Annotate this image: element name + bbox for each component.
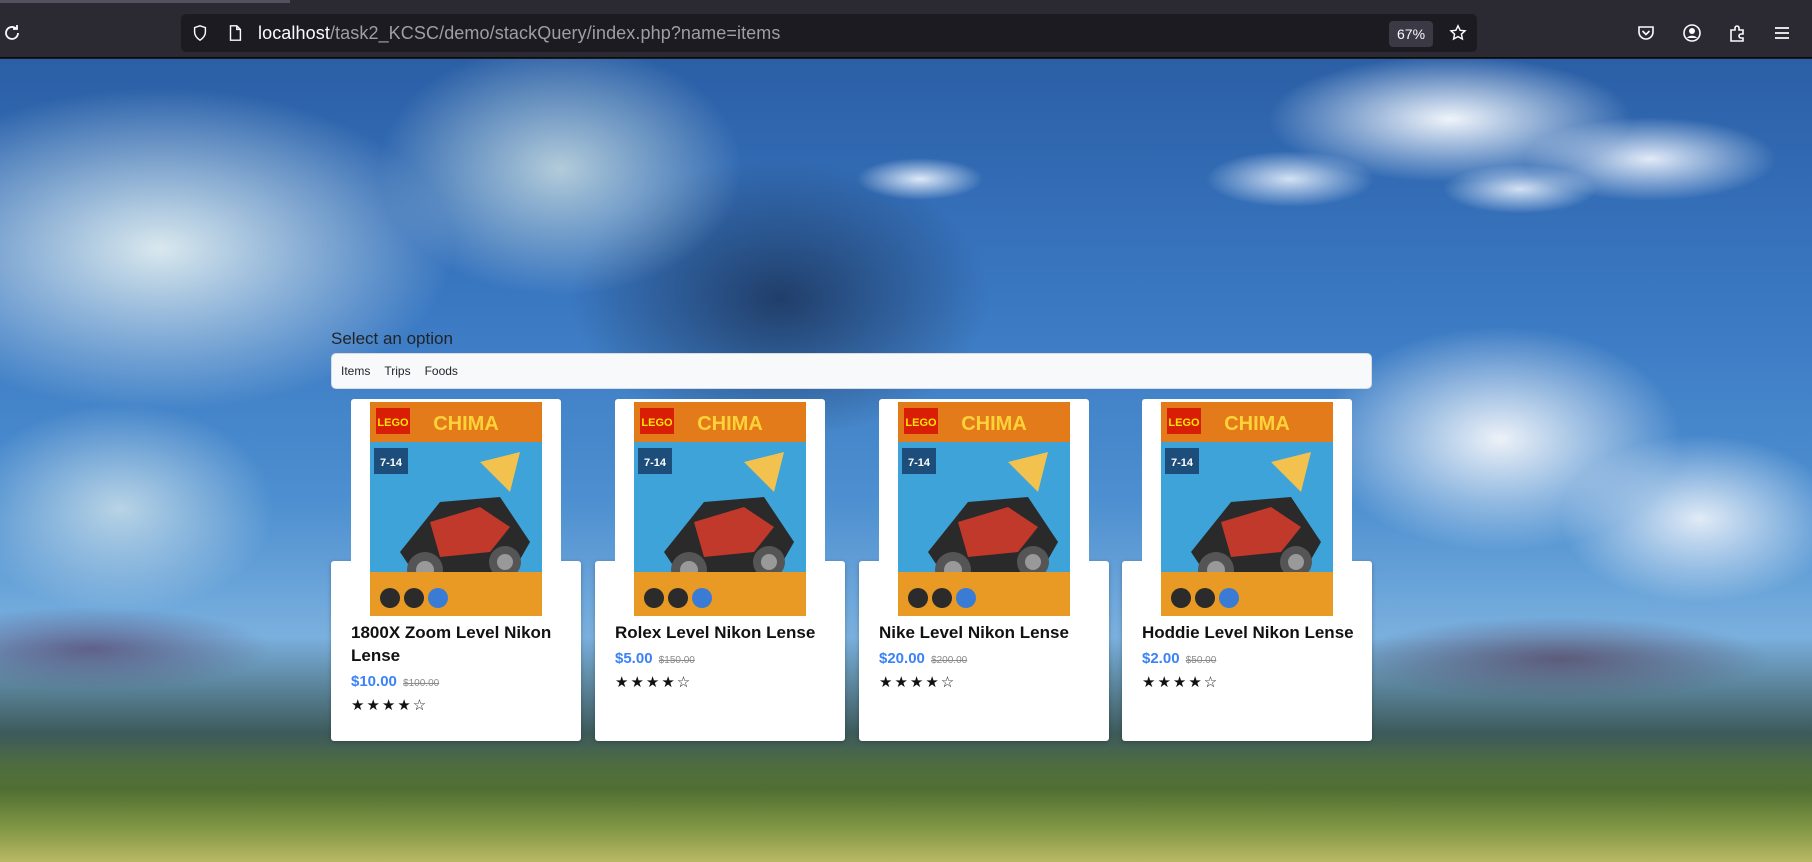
extensions-icon[interactable] xyxy=(1725,21,1749,45)
product-title[interactable]: 1800X Zoom Level Nikon Lense xyxy=(351,621,567,667)
active-tab-indicator xyxy=(0,0,290,3)
price-current: $2.00 xyxy=(1142,650,1180,667)
product-title[interactable]: Hoddie Level Nikon Lense xyxy=(1142,621,1358,644)
rating-stars: ★★★★☆ xyxy=(615,674,693,691)
option-trips[interactable]: Trips xyxy=(384,364,410,378)
svg-text:CHIMA: CHIMA xyxy=(697,413,763,435)
option-items[interactable]: Items xyxy=(341,364,370,378)
svg-text:CHIMA: CHIMA xyxy=(961,413,1027,435)
url-path: /task2_KCSC/demo/stackQuery/index.php?na… xyxy=(329,23,781,43)
zoom-badge[interactable]: 67% xyxy=(1389,21,1434,47)
price-current: $20.00 xyxy=(879,650,925,667)
product-price: $2.00 $50.00 xyxy=(1142,650,1358,667)
product-image: LEGO CHIMA 7-14 xyxy=(370,402,542,616)
svg-text:LEGO: LEGO xyxy=(377,417,409,429)
url-host: localhost xyxy=(258,23,330,43)
browser-toolbar: localhost/task2_KCSC/demo/stackQuery/ind… xyxy=(0,8,1812,58)
price-current: $10.00 xyxy=(351,673,397,690)
url-text[interactable]: localhost/task2_KCSC/demo/stackQuery/ind… xyxy=(258,23,780,44)
rating-stars: ★★★★☆ xyxy=(879,674,957,691)
option-nav: Items Trips Foods xyxy=(331,353,1372,389)
select-label: Select an option xyxy=(331,329,453,348)
page-icon[interactable] xyxy=(225,23,245,43)
option-foods[interactable]: Foods xyxy=(425,364,458,378)
price-old: $100.00 xyxy=(403,678,440,689)
rating-stars: ★★★★☆ xyxy=(1142,674,1220,691)
product-title[interactable]: Nike Level Nikon Lense xyxy=(879,621,1095,644)
product-image: LEGO CHIMA 7-14 xyxy=(634,402,806,616)
star-icon[interactable] xyxy=(1448,23,1468,43)
product-image-frame[interactable]: LEGO CHIMA 7-14 xyxy=(615,399,825,619)
shield-icon[interactable] xyxy=(190,23,210,43)
price-current: $5.00 xyxy=(615,650,653,667)
svg-text:7-14: 7-14 xyxy=(1171,457,1194,469)
product-image-frame[interactable]: LEGO CHIMA 7-14 xyxy=(351,399,561,619)
main-content: Select an option Items Trips Foods 1800X… xyxy=(331,329,1372,769)
product-image-frame[interactable]: LEGO CHIMA 7-14 xyxy=(879,399,1089,619)
price-old: $150.00 xyxy=(658,655,695,666)
svg-text:LEGO: LEGO xyxy=(905,417,937,429)
product-image: LEGO CHIMA 7-14 xyxy=(898,402,1070,616)
page-viewport: Select an option Items Trips Foods 1800X… xyxy=(0,59,1812,862)
reload-icon[interactable] xyxy=(0,21,24,45)
url-bar[interactable]: localhost/task2_KCSC/demo/stackQuery/ind… xyxy=(181,14,1477,52)
svg-text:7-14: 7-14 xyxy=(380,457,403,469)
product-price: $20.00 $200.00 xyxy=(879,650,1095,667)
svg-text:7-14: 7-14 xyxy=(644,457,667,469)
svg-text:CHIMA: CHIMA xyxy=(433,413,499,435)
svg-text:7-14: 7-14 xyxy=(908,457,931,469)
price-old: $50.00 xyxy=(1185,655,1217,666)
menu-icon[interactable] xyxy=(1770,21,1794,45)
product-price: $10.00 $100.00 xyxy=(351,673,567,690)
svg-text:LEGO: LEGO xyxy=(641,417,673,429)
svg-text:CHIMA: CHIMA xyxy=(1224,413,1290,435)
product-list: 1800X Zoom Level Nikon Lense $10.00 $100… xyxy=(331,389,1372,769)
product-title[interactable]: Rolex Level Nikon Lense xyxy=(615,621,831,644)
tab-strip xyxy=(0,0,1812,8)
rating-stars: ★★★★☆ xyxy=(351,697,429,714)
pocket-icon[interactable] xyxy=(1634,21,1658,45)
svg-text:LEGO: LEGO xyxy=(1168,417,1200,429)
price-old: $200.00 xyxy=(931,655,968,666)
product-image: LEGO CHIMA 7-14 xyxy=(1161,402,1333,616)
product-price: $5.00 $150.00 xyxy=(615,650,831,667)
product-image-frame[interactable]: LEGO CHIMA 7-14 xyxy=(1142,399,1352,619)
account-icon[interactable] xyxy=(1680,21,1704,45)
